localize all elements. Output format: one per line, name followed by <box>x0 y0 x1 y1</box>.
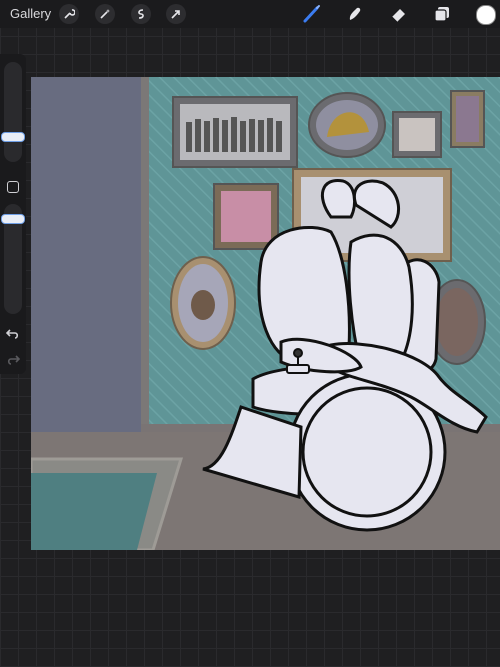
gallery-button[interactable]: Gallery <box>10 6 51 21</box>
undo-icon[interactable] <box>5 326 20 343</box>
opacity-slider[interactable] <box>1 204 25 314</box>
brush-icon[interactable] <box>301 3 323 25</box>
opacity-thumb[interactable] <box>1 214 25 224</box>
modify-button[interactable] <box>7 181 19 193</box>
top-toolbar: Gallery <box>0 0 500 28</box>
wrench-icon[interactable] <box>59 4 79 24</box>
magic-wand-icon[interactable] <box>95 4 115 24</box>
drawing-canvas[interactable] <box>31 77 500 550</box>
brush-size-slider[interactable] <box>1 62 25 162</box>
brush-size-thumb[interactable] <box>1 132 25 142</box>
layers-icon[interactable] <box>431 3 453 25</box>
color-swatch[interactable] <box>476 5 496 25</box>
smudge-icon[interactable] <box>344 3 366 25</box>
transform-icon[interactable] <box>166 4 186 24</box>
door <box>31 77 141 433</box>
brush-sidebar <box>0 54 26 374</box>
redo-icon <box>6 352 21 369</box>
eraser-icon[interactable] <box>388 3 410 25</box>
selection-icon[interactable] <box>131 4 151 24</box>
artwork <box>31 77 500 550</box>
